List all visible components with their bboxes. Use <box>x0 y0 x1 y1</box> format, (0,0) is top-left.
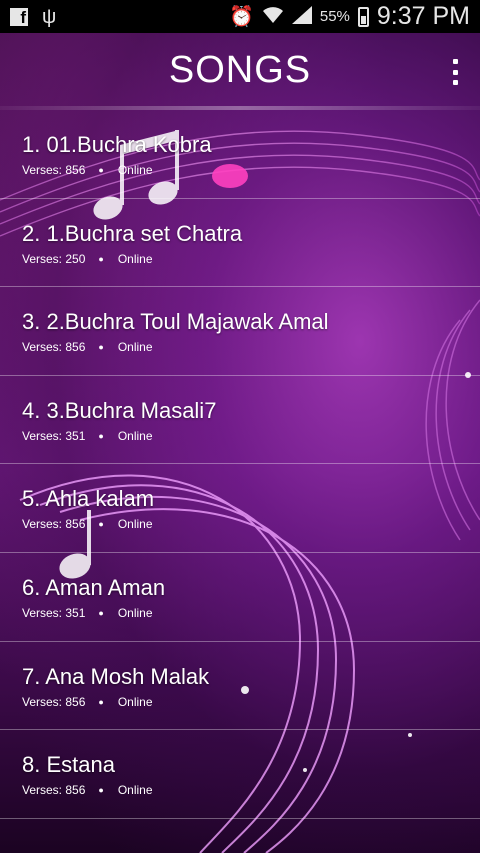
song-status: Online <box>117 605 153 620</box>
song-verses: Verses: 856 <box>22 517 86 532</box>
song-title: 6. Aman Aman <box>22 574 166 600</box>
usb-icon: ψ <box>42 5 57 28</box>
overflow-menu-icon[interactable] <box>452 59 458 85</box>
song-title: 3. 2.Buchra Toul Majawak Amal <box>22 309 329 335</box>
song-meta: Verses: 856 ● Online <box>22 695 153 709</box>
song-row[interactable]: 2. 1.Buchra set Chatra Verses: 250 ● Onlin… <box>0 199 480 288</box>
song-status: Online <box>117 340 153 355</box>
song-title: 1. 01.Buchra Kobra <box>22 132 212 157</box>
battery-percent: 55% <box>319 8 350 25</box>
battery-charging-icon <box>357 6 369 27</box>
song-meta: Verses: 856 ● Online <box>22 517 153 531</box>
wifi-icon <box>262 6 284 28</box>
song-verses: Verses: 856 <box>22 783 86 798</box>
song-row[interactable]: 7. Ana Mosh Malak Verses: 856 ● Online <box>0 642 480 731</box>
song-title: 2. 1.Buchra set Chatra <box>22 220 243 246</box>
song-title: 5. Ahla kalam <box>22 486 155 512</box>
song-row[interactable]: 1. 01.Buchra Kobra Verses: 856 ● Online <box>0 110 480 199</box>
song-row[interactable]: 6. Aman Aman Verses: 351 ● Online <box>0 553 480 642</box>
song-verses: Verses: 250 <box>22 251 86 266</box>
signal-icon <box>291 5 312 28</box>
song-status: Online <box>117 694 153 709</box>
song-verses: Verses: 351 <box>22 428 86 443</box>
song-title: 7. Ana Mosh Malak <box>22 663 210 689</box>
song-meta: Verses: 351 ● Online <box>22 606 153 620</box>
song-title: 8. Estana <box>22 752 115 778</box>
song-meta: Verses: 856 ● Online <box>22 340 153 354</box>
song-status: Online <box>117 517 153 532</box>
song-verses: Verses: 351 <box>22 605 86 620</box>
bullet-icon: ● <box>98 607 104 618</box>
status-bar: f ψ ⏰ 55% 9:37 PM <box>0 0 480 33</box>
bullet-icon: ● <box>98 430 104 441</box>
bullet-icon: ● <box>98 519 104 530</box>
song-row[interactable]: 5. Ahla kalam Verses: 856 ● Online <box>0 464 480 553</box>
song-verses: Verses: 856 <box>22 340 86 355</box>
clock: 9:37 PM <box>376 2 470 30</box>
song-meta: Verses: 250 ● Online <box>22 252 153 266</box>
song-row[interactable]: 3. 2.Buchra Toul Majawak Amal Verses: 85… <box>0 287 480 376</box>
song-meta: Verses: 856 ● Online <box>22 163 153 177</box>
song-row[interactable]: 8. Estana Verses: 856 ● Online <box>0 730 480 819</box>
bullet-icon: ● <box>98 342 104 353</box>
song-title: 4. 3.Buchra Masali7 <box>22 397 217 423</box>
song-status: Online <box>117 783 153 798</box>
song-status: Online <box>117 163 153 177</box>
song-status: Online <box>117 428 153 443</box>
song-verses: Verses: 856 <box>22 694 86 709</box>
song-meta: Verses: 351 ● Online <box>22 429 153 443</box>
bullet-icon: ● <box>98 253 104 264</box>
bullet-icon: ● <box>98 165 104 175</box>
song-status: Online <box>117 251 153 266</box>
alarm-icon: ⏰ <box>228 5 254 28</box>
song-row[interactable]: 4. 3.Buchra Masali7 Verses: 351 ● Online <box>0 376 480 465</box>
page-title: SONGS <box>168 49 312 91</box>
song-list: 1. 01.Buchra Kobra Verses: 856 ● Online 2.… <box>0 110 480 819</box>
song-verses: Verses: 856 <box>22 163 86 177</box>
bullet-icon: ● <box>98 696 104 707</box>
app-bar: SONGS <box>0 33 480 108</box>
facebook-icon: f <box>10 7 28 27</box>
song-meta: Verses: 856 ● Online <box>22 783 153 797</box>
bullet-icon: ● <box>98 785 104 796</box>
